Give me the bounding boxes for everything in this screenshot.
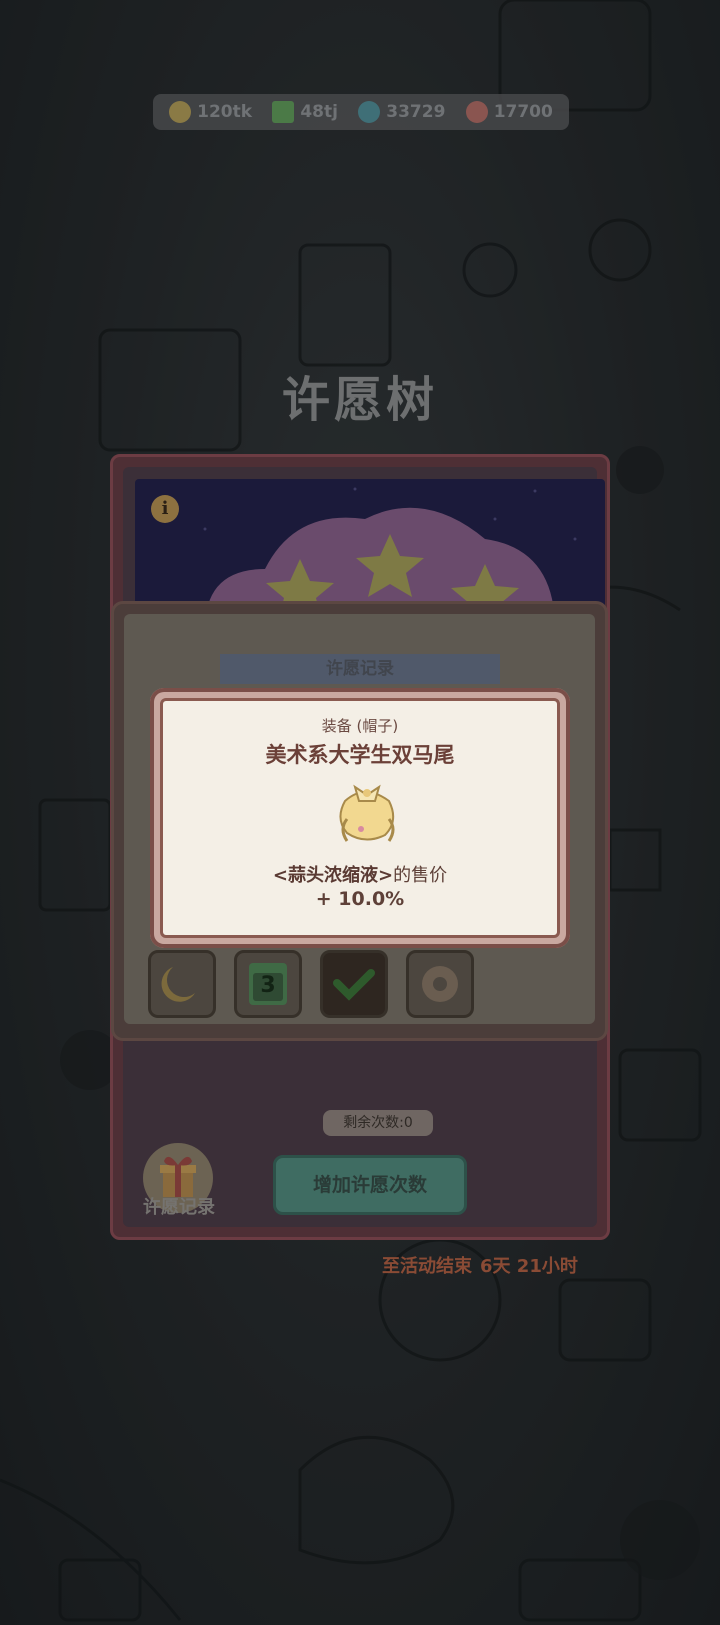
history-slot-moon[interactable] [148,950,216,1018]
item-type: 装备 (帽子) [321,717,399,735]
item-detail-popup[interactable]: 装备 (帽子) 美术系大学生双马尾 <蒜头浓缩液>的售价 + 10.0% [150,688,570,948]
history-slot-day3[interactable]: 3 [234,950,302,1018]
item-bonus: + 10.0% [315,888,405,910]
resource-coins[interactable]: 120tk [169,101,252,123]
countdown-value: 6天 21小时 [480,1256,578,1277]
history-slot-check[interactable] [320,950,388,1018]
coin-icon [169,101,192,123]
page-title: 许愿树 [281,372,438,428]
energy-icon [272,101,295,123]
resource-bar: 120tk 48tj 33729 17700 [153,94,569,130]
day-3-number: 3 [260,973,276,998]
ticket-icon [465,101,488,123]
event-countdown: 至活动结束 6天 21小时 [382,1252,578,1278]
gem-icon [358,101,381,123]
moon-cat-icon [161,967,195,1002]
remaining-count: 剩余次数:0 [323,1110,433,1136]
item-detail-card: 装备 (帽子) 美术系大学生双马尾 <蒜头浓缩液>的售价 + 10.0% [160,698,560,938]
resource-tickets-value: 17700 [493,102,553,122]
donut-icon [422,966,458,1002]
check-icon [333,969,375,1001]
item-name: 美术系大学生双马尾 [265,743,455,767]
resource-coins-value: 120tk [197,102,253,122]
resource-gems[interactable]: 33729 [358,101,445,123]
wish-history-label[interactable]: 许愿记录 [129,1193,229,1219]
resource-gems-value: 33729 [386,102,446,122]
history-header: 许愿记录 [220,654,500,684]
history-slot-donut[interactable] [406,950,474,1018]
bow-pigtails-icon [339,784,395,842]
info-button[interactable]: i [151,495,179,523]
add-wish-count-button[interactable]: 增加许愿次数 [273,1155,467,1215]
countdown-label: 至活动结束 [382,1256,472,1277]
resource-energy[interactable]: 48tj [272,101,338,123]
effect-suffix: 的售价 [393,865,448,886]
item-effect: <蒜头浓缩液>的售价 [163,861,557,887]
effect-target: <蒜头浓缩液> [272,865,394,886]
resource-energy-value: 48tj [300,102,338,122]
resource-tickets[interactable]: 17700 [465,101,553,123]
